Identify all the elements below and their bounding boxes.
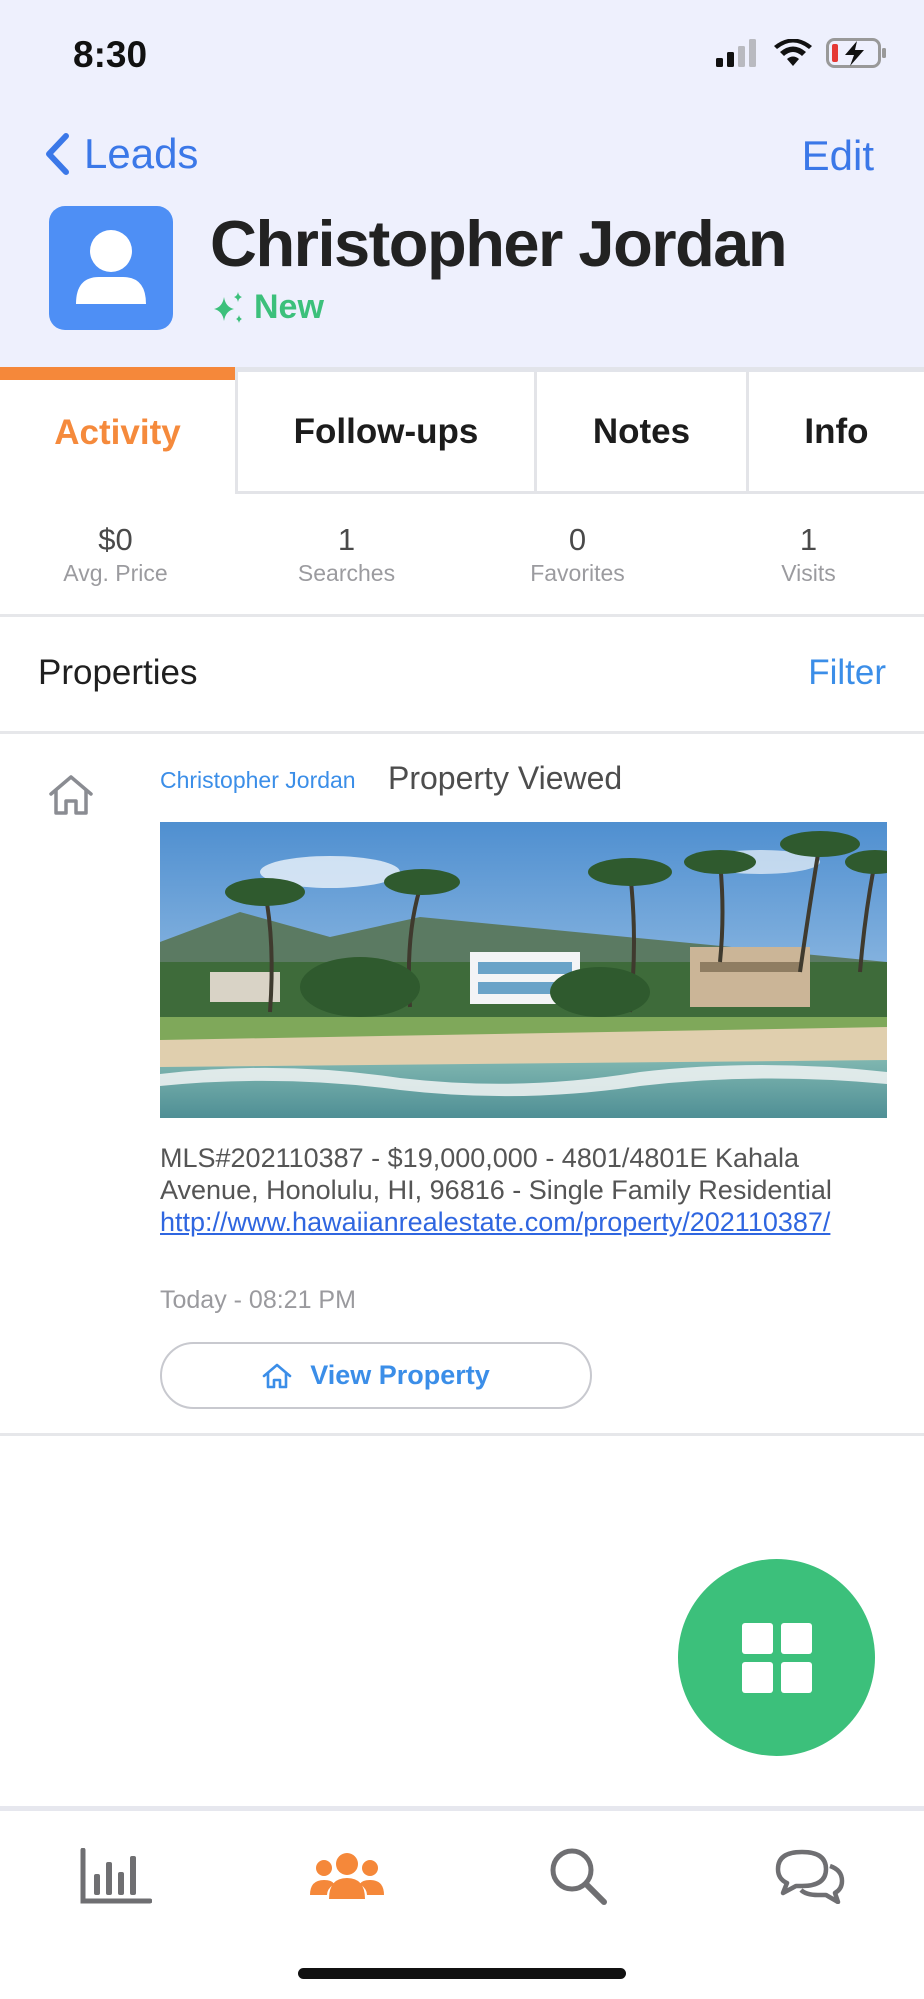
cellular-signal-icon [716, 39, 756, 67]
bar-chart-icon [80, 1848, 152, 1904]
stat-label: Searches [297, 560, 396, 586]
property-summary: MLS#202110387 - $19,000,000 - 4801/4801E… [160, 1143, 832, 1205]
edit-button[interactable]: Edit [802, 132, 874, 180]
properties-section-header: Properties Filter [0, 617, 924, 734]
stat-value: 1 [337, 522, 356, 557]
person-icon [76, 230, 146, 304]
tabbar-search[interactable] [538, 1841, 618, 1911]
house-icon [49, 775, 93, 815]
status-time: 8:30 [73, 34, 148, 75]
lead-status-label: New [254, 288, 324, 326]
activity-timestamp: Today - 08:21 PM [160, 1286, 356, 1314]
lead-stats: $0 Avg. Price 1 Searches 0 Favorites 1 V… [0, 494, 924, 617]
view-property-label: View Property [310, 1360, 490, 1390]
chat-bubbles-icon [775, 1849, 845, 1904]
stat-value: 1 [799, 522, 818, 557]
tabbar-messages[interactable] [770, 1841, 850, 1911]
view-property-button[interactable]: View Property [160, 1342, 592, 1409]
chevron-left-icon [46, 133, 69, 175]
wifi-icon [774, 39, 812, 66]
property-description: MLS#202110387 - $19,000,000 - 4801/4801E… [160, 1142, 900, 1238]
people-icon [310, 1853, 384, 1899]
tab-activity[interactable]: Activity [0, 367, 238, 494]
lead-name: Christopher Jordan [210, 207, 788, 280]
search-icon [550, 1848, 607, 1905]
stat-label: Visits [781, 560, 836, 586]
tab-info[interactable]: Info [749, 372, 924, 494]
back-label: Leads [84, 130, 199, 177]
activity-event: Property Viewed [388, 760, 623, 796]
section-title: Properties [38, 653, 198, 692]
quick-actions-fab[interactable] [678, 1559, 875, 1756]
stat-value: $0 [98, 522, 133, 557]
grid-icon [741, 1622, 812, 1693]
back-button[interactable]: Leads [44, 130, 198, 178]
lead-status-badge: New [210, 288, 324, 327]
property-photo-image [160, 822, 887, 1118]
tabbar-dashboard[interactable] [76, 1841, 156, 1911]
lead-header: 8:30 Leads Edit Christopher Jordan New [0, 0, 924, 367]
sparkle-icon [214, 291, 242, 323]
stat-label: Avg. Price [63, 560, 168, 586]
stat-favorites: 0 Favorites [462, 494, 693, 614]
activity-item: Christopher Jordan Property Viewed MLS#2… [0, 734, 924, 1436]
stat-value: 0 [568, 522, 587, 557]
property-link[interactable]: http://www.hawaiianrealestate.com/proper… [160, 1206, 900, 1238]
tab-follow-ups[interactable]: Follow-ups [238, 372, 537, 494]
stat-label: Favorites [530, 560, 625, 586]
tabbar-leads[interactable] [307, 1841, 387, 1911]
tab-notes[interactable]: Notes [537, 372, 749, 494]
property-photo[interactable] [160, 822, 887, 1118]
filter-button[interactable]: Filter [808, 653, 886, 693]
stat-visits: 1 Visits [693, 494, 924, 614]
home-indicator [298, 1968, 626, 1979]
activity-actor[interactable]: Christopher Jordan [160, 767, 356, 794]
battery-charging-icon [826, 38, 886, 68]
house-icon [262, 1363, 292, 1388]
status-icons [716, 38, 888, 68]
lead-tabs: Activity Follow-ups Notes Info [0, 367, 924, 494]
stat-avg-price: $0 Avg. Price [0, 494, 231, 614]
stat-searches: 1 Searches [231, 494, 462, 614]
avatar [49, 206, 173, 330]
